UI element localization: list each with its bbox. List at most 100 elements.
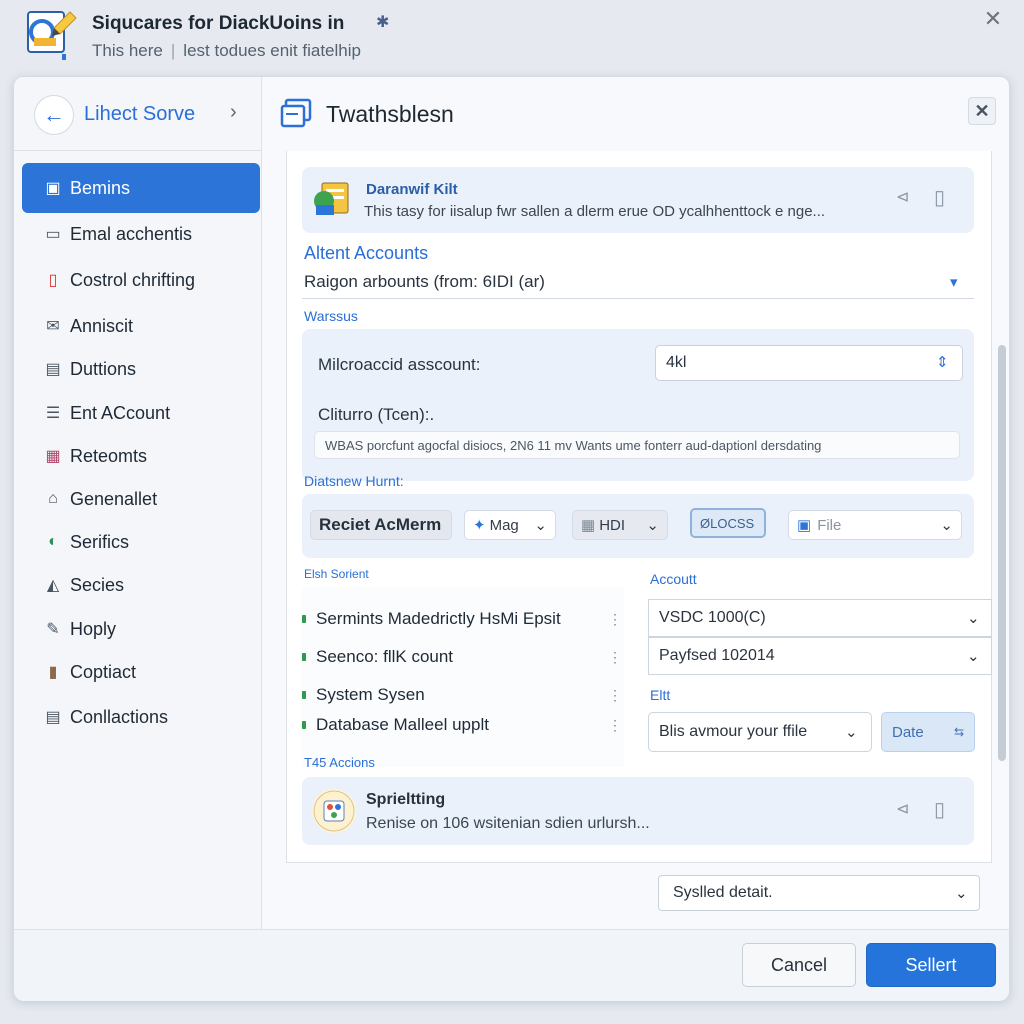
clipboard-icon[interactable]: ▯: [934, 797, 945, 822]
reset-button[interactable]: Reciet AcMerm: [310, 510, 452, 540]
sidebar-item-coptiact[interactable]: ▮ Coptiact: [22, 647, 260, 697]
chart-icon: ◭: [46, 577, 60, 594]
chevron-down-icon: ⌄: [845, 724, 858, 741]
clipboard-icon[interactable]: ▯: [934, 185, 945, 210]
mail-icon: ✉: [46, 318, 60, 335]
sidebar-item-label: Hoply: [70, 618, 117, 639]
sidebar-item-label: Costrol chrifting: [70, 269, 196, 290]
tag-icon[interactable]: ⊲: [896, 799, 909, 819]
status-toggle[interactable]: ØLOCSS: [690, 508, 766, 538]
edit-icon: ✎: [46, 621, 60, 638]
list-item-label: Database Malleel upplt: [316, 715, 489, 734]
sidebar-item-label: Secies: [70, 574, 125, 595]
sidebar-item-conllactions[interactable]: ▤ Conllactions: [22, 692, 260, 742]
submit-button[interactable]: Sellert: [866, 943, 996, 987]
date-button[interactable]: Date ⇆: [881, 712, 975, 752]
list-item-label: Sermints Madedrictly HsMi Epsit: [316, 609, 561, 628]
file-dropdown[interactable]: ▣ File ⌄: [788, 510, 962, 540]
app-logo-icon: [27, 11, 77, 60]
more-icon[interactable]: ⋮: [608, 649, 622, 666]
kit-card[interactable]: Daranwif Kilt This tasy for iisalup fwr …: [302, 167, 974, 233]
chevron-down-icon[interactable]: ▾: [950, 273, 958, 291]
app-title: Siqucares for DiackUoins in: [92, 13, 345, 34]
cancel-button[interactable]: Cancel: [742, 943, 856, 987]
footer-bar: [14, 929, 1009, 1001]
kit-description: This tasy for iisalup fwr sallen a dlerm…: [364, 203, 826, 220]
close-icon[interactable]: ✕: [968, 97, 996, 125]
account-select-1[interactable]: VSDC 1000(C) ⌄: [648, 599, 992, 637]
chevron-right-icon[interactable]: ›: [230, 101, 237, 124]
sidebar-item-label: Conllactions: [70, 706, 169, 727]
edit-label: Eltt: [650, 687, 671, 703]
sidebar-item-bemins[interactable]: ▣ Bemins: [22, 163, 260, 213]
hd-dropdown[interactable]: ▦ HDI ⌄: [572, 510, 668, 540]
account-label: Accoutt: [650, 571, 697, 587]
tag-icon[interactable]: ⊲: [896, 187, 909, 207]
list-panel: Sermints Madedrictly HsMi Epsit ⋮ Seenco…: [302, 587, 624, 767]
stack-icon: ▤: [45, 709, 61, 726]
tools-card: Reciet AcMerm ✦ Mag ⌄ ▦ HDI ⌄ ØLOCSS ▣ F…: [302, 494, 974, 558]
sidebar-item-duttions[interactable]: ▤ Duttions: [22, 344, 260, 394]
file-icon: ▣: [797, 517, 812, 534]
list-item-label: System Sysen: [316, 685, 425, 704]
subtitle-separator: |: [170, 41, 176, 60]
cliturro-label: Cliturro (Tcen):.: [318, 405, 435, 424]
list-item[interactable]: Sermints Madedrictly HsMi Epsit ⋮: [302, 609, 622, 629]
chevron-down-icon: ⌄: [967, 610, 980, 627]
swap-icon: ⇆: [953, 725, 964, 739]
sidebar-item-label: Anniscit: [70, 315, 134, 336]
scrollbar[interactable]: [998, 345, 1006, 761]
account-select-2-value: Payfsed 102014: [659, 647, 775, 664]
sidebar-item-costrol[interactable]: ▯ Costrol chrifting: [22, 255, 260, 305]
account-fields-card: Milcroaccid asscount: 4kl ⇕ Cliturro (Tc…: [302, 329, 974, 481]
chevron-down-icon: ⌄: [534, 517, 547, 534]
back-arrow-icon[interactable]: ←: [34, 95, 74, 135]
subtitle-left: This here: [92, 41, 163, 60]
sidebar-header: ← Lihect Sorve ›: [14, 77, 262, 151]
file-select[interactable]: Blis avmour your ffile ⌄: [648, 712, 872, 752]
list-item[interactable]: Database Malleel upplt ⋮: [302, 715, 622, 735]
laptop-icon: ▭: [45, 226, 61, 243]
report-icon: ▦: [45, 448, 61, 465]
microaccid-stepper[interactable]: 4kl ⇕: [655, 345, 963, 381]
accounts-heading: Altent Accounts: [304, 243, 429, 263]
dialog-title: Twathsblesn: [326, 101, 454, 127]
sidebar-item-secies[interactable]: ◭ Secies: [22, 560, 260, 610]
card-icon: ▤: [45, 361, 61, 378]
microaccid-label: Milcroaccid asscount:: [318, 355, 481, 374]
chevron-down-icon: ⌄: [940, 517, 953, 534]
spritting-card[interactable]: Sprieltting Renise on 106 wsitenian sdie…: [302, 777, 974, 845]
detail-select[interactable]: Syslled detait. ⌄: [658, 875, 980, 911]
stepper-icon[interactable]: ⇕: [936, 353, 949, 371]
more-icon[interactable]: ⋮: [608, 611, 622, 628]
app-header: Siqucares for DiackUoins in ✱ This here |…: [0, 0, 1024, 76]
microaccid-value: 4kl: [666, 354, 687, 371]
sidebar-item-label: Coptiact: [70, 661, 137, 682]
chevron-down-icon: ⌄: [955, 885, 968, 902]
sidebar-item-label: Reteomts: [70, 445, 148, 466]
spritting-title: Sprieltting: [366, 791, 446, 808]
spritting-description: Renise on 106 wsitenian sdien urlursh...: [366, 815, 650, 832]
window-icon: [280, 98, 312, 128]
subtitle-right: lest todues enit fiatelhip: [183, 41, 361, 60]
readonly-field: WBAS porcfunt agocfal disiocs, 2N6 11 mv…: [314, 431, 960, 459]
list-item[interactable]: Seenco: fllK count ⋮: [302, 647, 622, 667]
account-select-1-value: VSDC 1000(C): [659, 609, 766, 626]
home-icon: ⌂: [48, 490, 58, 507]
mag-label: Mag: [489, 516, 519, 534]
palette-icon: [312, 789, 356, 833]
sidebar-item-label: Genenallet: [70, 488, 158, 509]
chevron-down-icon: ⌄: [967, 648, 980, 665]
list-item[interactable]: System Sysen ⋮: [302, 685, 622, 705]
more-icon[interactable]: ⋮: [608, 717, 622, 734]
sidebar-item-label: Emal acchentis: [70, 223, 193, 244]
readonly-text: WBAS porcfunt agocfal disiocs, 2N6 11 mv…: [325, 437, 822, 453]
app-close-icon[interactable]: ✕: [980, 6, 1006, 32]
account-select-2[interactable]: Payfsed 102014 ⌄: [648, 637, 992, 675]
sidebar-item-email[interactable]: ▭ Emal acchentis: [22, 209, 260, 259]
more-icon[interactable]: ⋮: [608, 687, 622, 704]
mag-dropdown[interactable]: ✦ Mag ⌄: [464, 510, 556, 540]
section-label-actions: T45 Accions: [304, 755, 375, 770]
sidebar-header-label[interactable]: Lihect Sorve: [84, 103, 195, 126]
sidebar: ← Lihect Sorve › ▣ Bemins ▭ Emal acchent…: [14, 77, 262, 929]
